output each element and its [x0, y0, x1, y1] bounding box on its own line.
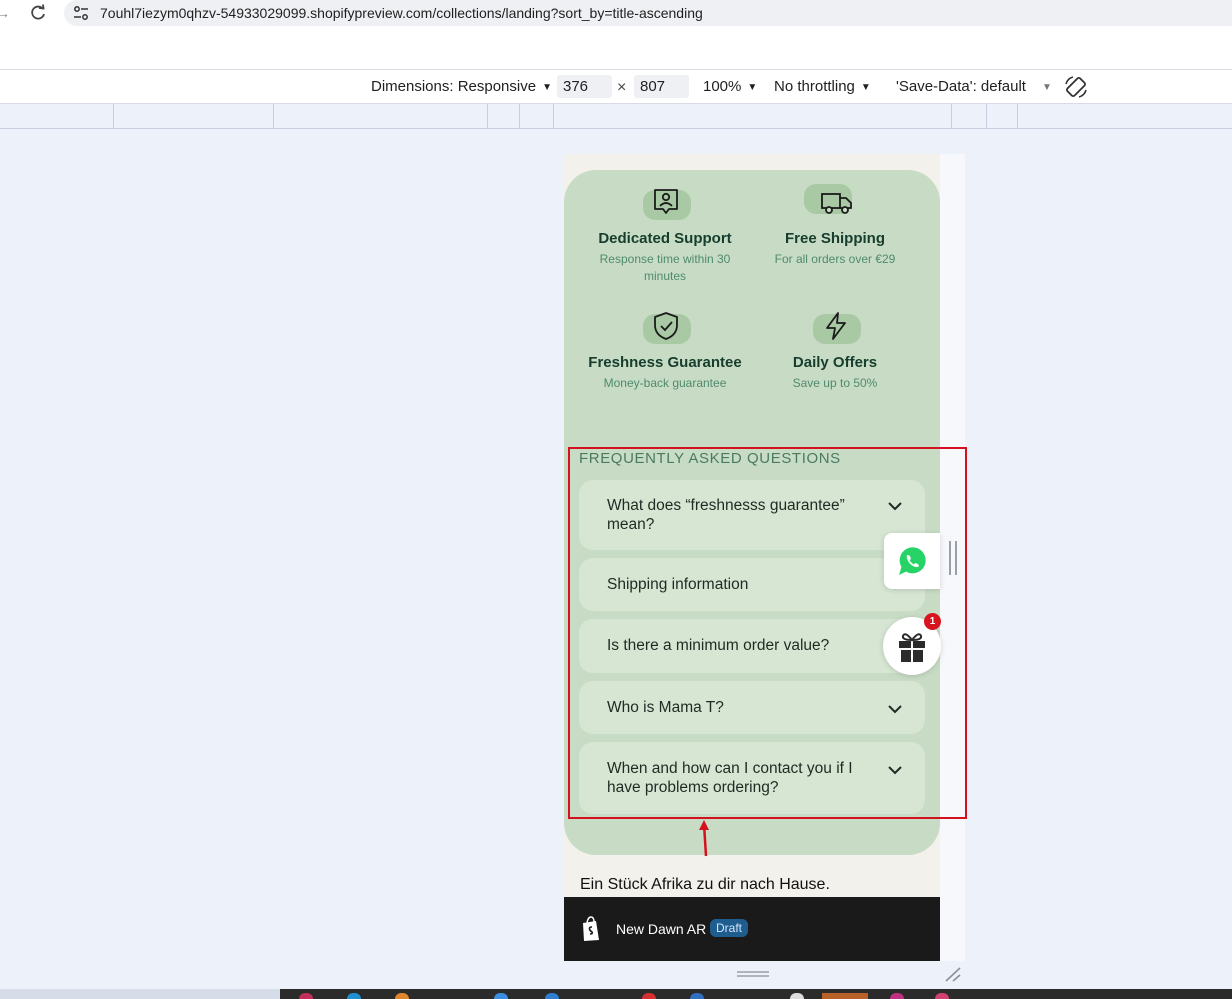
feature-free-shipping: Free Shipping For all orders over €29	[750, 184, 920, 268]
feature-daily-offers: Daily Offers Save up to 50%	[750, 308, 920, 392]
vertical-resize-handle[interactable]	[736, 969, 770, 979]
taskbar-app-icon[interactable]	[935, 993, 949, 999]
lightning-icon	[826, 312, 846, 340]
support-icon	[654, 189, 678, 214]
zoom-dropdown[interactable]: 100% ▼	[703, 78, 757, 95]
feature-title: Daily Offers	[792, 354, 878, 371]
annotation-highlight-box	[568, 447, 967, 819]
taskbar-app-icon[interactable]	[494, 993, 508, 999]
feature-subtitle: Response time within 30 minutes	[599, 252, 731, 283]
store-name: New Dawn AR	[616, 921, 707, 937]
save-data-dropdown[interactable]: 'Save-Data': default ▼	[896, 78, 1052, 95]
feature-dedicated-support: Dedicated Support Response time within 3…	[580, 184, 750, 285]
caret-down-icon: ▼	[860, 82, 871, 93]
address-bar: → 7ouhl7iezym0qhzv-54933029099.shopifypr…	[0, 0, 1232, 28]
save-data-label: 'Save-Data': default	[896, 78, 1026, 95]
caret-down-icon: ▼	[747, 82, 758, 93]
caret-down-icon: ▼	[1041, 82, 1052, 93]
feature-subtitle: For all orders over €29	[774, 252, 896, 266]
taskbar-app-icon[interactable]	[690, 993, 704, 999]
dimensions-label: Dimensions: Responsive	[371, 78, 537, 95]
width-input[interactable]	[557, 75, 612, 98]
annotation-arrow-icon	[699, 820, 709, 857]
zoom-label: 100%	[703, 78, 742, 95]
taskbar-app-icon[interactable]	[642, 993, 656, 999]
shopify-bag-icon	[583, 916, 599, 941]
draft-badge: Draft	[710, 919, 749, 937]
times-sign: ×	[617, 79, 627, 96]
forward-arrow-icon[interactable]: →	[0, 5, 10, 21]
rotate-device-icon[interactable]	[1063, 74, 1089, 100]
feature-subtitle: Money-back guarantee	[603, 376, 727, 390]
feature-freshness-guarantee: Freshness Guarantee Money-back guarantee	[580, 308, 750, 392]
taskbar-app-icon[interactable]	[545, 993, 559, 999]
taskbar-app-icon[interactable]	[790, 993, 804, 999]
taskbar-app-icon[interactable]	[395, 993, 409, 999]
device-toolbar: Dimensions: Responsive ▼ × 100% ▼ No throt…	[0, 70, 1232, 104]
dimensions-dropdown[interactable]: Dimensions: Responsive ▼	[371, 78, 552, 95]
url-text: 7ouhl7iezym0qhzv-54933029099.shopifyprev…	[100, 5, 703, 21]
shield-check-icon	[654, 312, 678, 340]
throttling-dropdown[interactable]: No throttling ▼	[774, 78, 871, 95]
truck-icon	[821, 193, 852, 214]
corner-resize-handle[interactable]	[944, 966, 962, 982]
taskbar-left-area	[0, 989, 280, 999]
media-query-ruler[interactable]	[0, 104, 1232, 129]
shopify-preview-bar: New Dawn AR Draft	[564, 897, 940, 961]
browser-toolbar-area	[0, 28, 1232, 70]
url-field[interactable]: 7ouhl7iezym0qhzv-54933029099.shopifyprev…	[64, 0, 1232, 26]
feature-title: Freshness Guarantee	[588, 354, 742, 371]
height-input[interactable]	[634, 75, 689, 98]
feature-title: Free Shipping	[784, 230, 885, 247]
throttling-label: No throttling	[774, 78, 855, 95]
caret-down-icon: ▼	[542, 82, 552, 93]
taskbar-app-icon[interactable]	[347, 993, 361, 999]
feature-title: Dedicated Support	[598, 230, 732, 247]
feature-subtitle: Save up to 50%	[792, 376, 878, 390]
taskbar-app-icon[interactable]	[890, 993, 904, 999]
taskbar-app-icon[interactable]	[299, 993, 313, 999]
reload-icon[interactable]	[28, 3, 48, 23]
taskbar-app-icon[interactable]	[822, 993, 868, 999]
tagline: Ein Stück Afrika zu dir nach Hause.	[580, 876, 830, 893]
site-settings-icon[interactable]	[72, 4, 90, 22]
